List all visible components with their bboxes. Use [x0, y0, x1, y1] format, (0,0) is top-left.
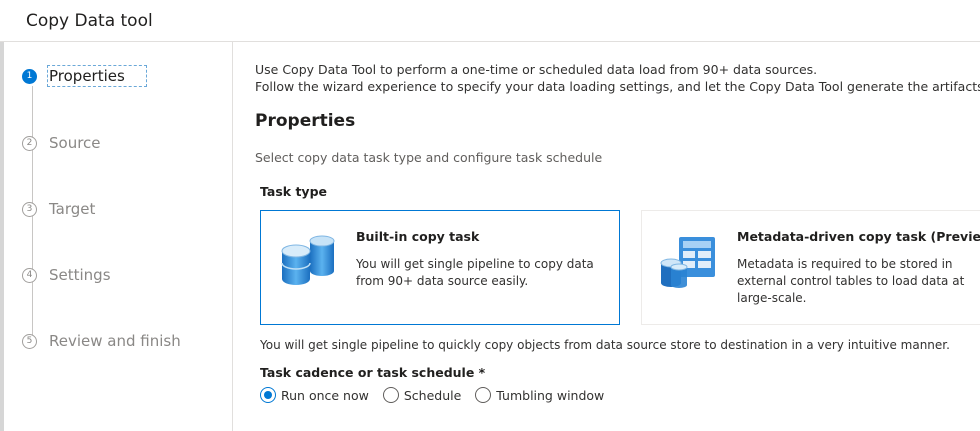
section-subtitle: Select copy data task type and configure…: [255, 150, 603, 165]
task-type-label: Task type: [260, 184, 328, 199]
card-description: Metadata is required to be stored in ext…: [737, 257, 965, 305]
radio-label: Tumbling window: [496, 387, 605, 403]
step-review-and-finish[interactable]: 5 Review and finish: [22, 328, 181, 354]
card-description: You will get single pipeline to copy dat…: [356, 257, 594, 288]
step-target[interactable]: 3 Target: [22, 196, 95, 222]
metadata-table-icon: [657, 233, 721, 299]
intro-text: Use Copy Data Tool to perform a one-time…: [255, 61, 980, 95]
step-label: Properties: [47, 65, 147, 87]
metadata-driven-copy-task-card[interactable]: Metadata-driven copy task (Preview) Meta…: [641, 210, 980, 325]
radio-indicator: [382, 387, 399, 403]
main-panel: Use Copy Data Tool to perform a one-time…: [233, 42, 980, 431]
intro-line-1: Use Copy Data Tool to perform a one-time…: [255, 62, 818, 77]
radio-indicator: [260, 387, 276, 403]
cadence-label: Task cadence or task schedule *: [260, 365, 486, 380]
step-number-badge: 4: [22, 267, 37, 283]
step-label: Review and finish: [49, 332, 181, 350]
dialog-header: Copy Data tool: [0, 0, 980, 42]
step-number-badge: 3: [22, 201, 37, 217]
task-type-note: You will get single pipeline to quickly …: [260, 338, 950, 352]
cadence-radio-group: Run once now Schedule Tumbling window: [260, 387, 618, 403]
step-source[interactable]: 2 Source: [22, 130, 101, 156]
step-number-badge: 1: [22, 68, 37, 84]
step-number-badge: 5: [22, 333, 37, 349]
builtin-copy-task-card[interactable]: Built-in copy task You will get single p…: [260, 210, 620, 325]
radio-label: Schedule: [403, 387, 462, 403]
section-title: Properties: [255, 111, 356, 131]
step-properties[interactable]: 1 Properties: [22, 63, 147, 89]
wizard-steps-sidebar: 1 Properties 2 Source 3 Target 4 Setting…: [4, 42, 233, 431]
step-settings[interactable]: 4 Settings: [22, 262, 111, 288]
step-label: Source: [49, 134, 101, 152]
radio-schedule[interactable]: Schedule: [382, 387, 462, 403]
card-title: Built-in copy task: [356, 229, 480, 244]
radio-indicator: [475, 387, 492, 403]
step-label: Target: [49, 200, 96, 218]
radio-run-once-now[interactable]: Run once now: [260, 387, 369, 403]
intro-line-2: Follow the wizard experience to specify …: [255, 79, 980, 94]
radio-label: Run once now: [281, 387, 369, 403]
dialog-title: Copy Data tool: [26, 11, 153, 31]
step-label: Settings: [49, 266, 111, 284]
radio-tumbling-window[interactable]: Tumbling window: [475, 387, 604, 403]
card-title: Metadata-driven copy task (Preview): [737, 229, 980, 244]
step-number-badge: 2: [22, 135, 37, 151]
database-cylinders-icon: [276, 233, 338, 299]
